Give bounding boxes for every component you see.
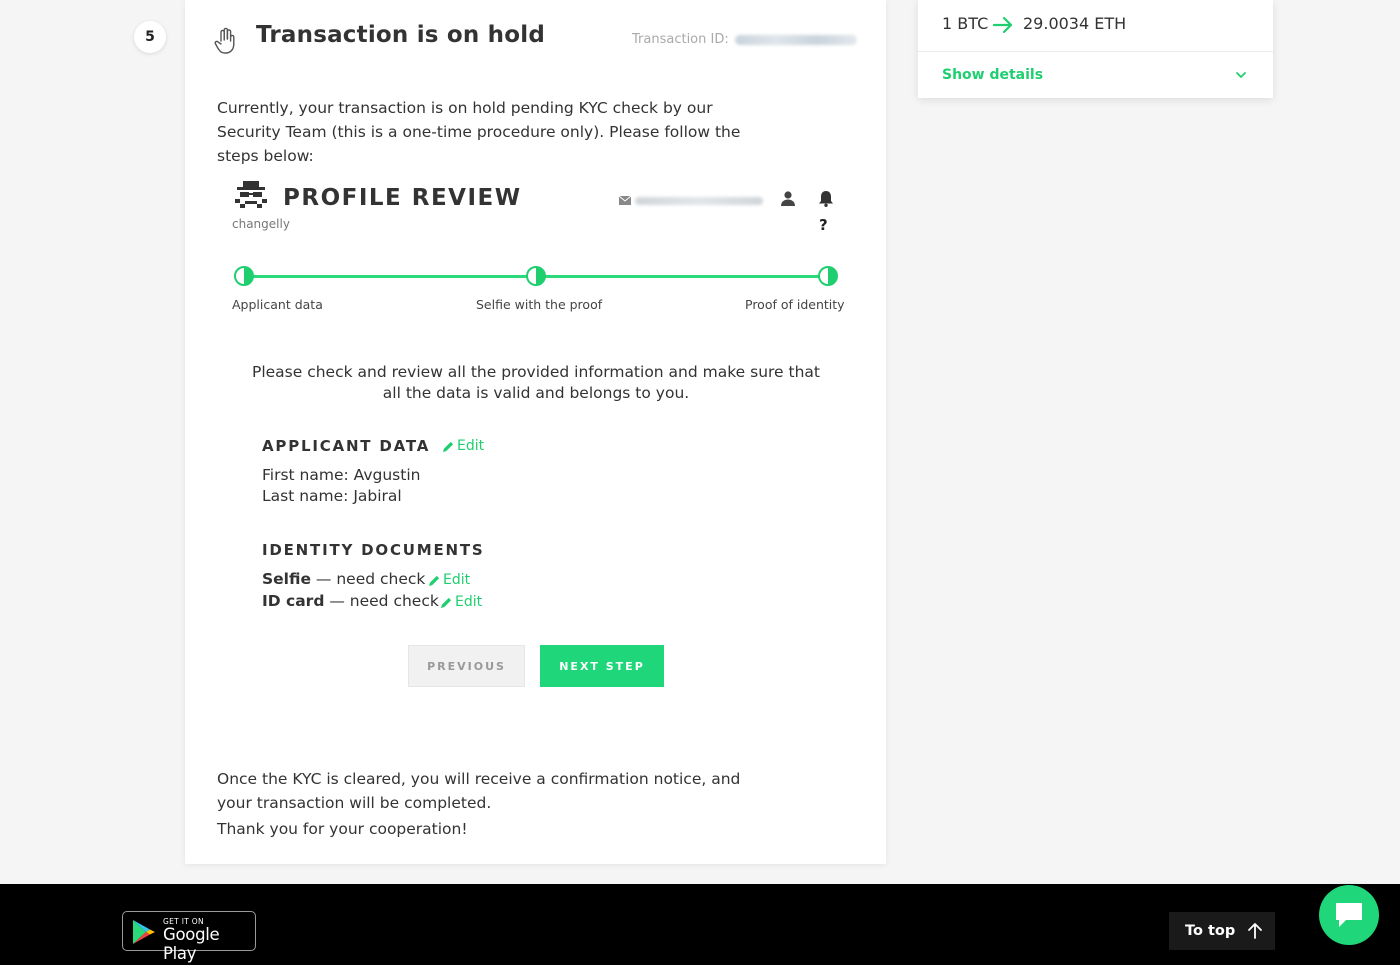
next-step-button[interactable]: NEXT STEP [540,645,664,687]
progress-label-selfie: Selfie with the proof [476,297,603,312]
google-play-text: Google Play [163,925,220,963]
chat-bubble-icon [1336,903,1362,927]
edit-selfie-label: Edit [443,572,471,588]
user-icon[interactable] [781,191,795,206]
chat-button[interactable] [1319,885,1379,945]
thanks-text: Thank you for your cooperation! [217,820,468,838]
edit-selfie-link[interactable]: Edit [429,572,470,588]
selfie-label: Selfie [262,570,311,588]
progress-label-applicant: Applicant data [232,297,323,312]
progress-node-applicant [234,266,254,286]
hand-stop-icon [214,27,235,54]
email-redacted [635,197,763,205]
google-play-icon [133,920,155,944]
brand-name: changelly [232,217,290,231]
edit-id-card-label: Edit [455,594,483,610]
to-top-button[interactable]: To top [1169,912,1275,950]
progress-label-identity: Proof of identity [745,297,845,312]
spy-logo-icon [235,181,267,208]
step-number-badge: 5 [134,21,166,53]
chevron-down-icon[interactable] [1235,69,1247,81]
identity-documents-heading: IDENTITY DOCUMENTS [262,541,485,559]
help-icon[interactable]: ? [819,216,828,234]
transaction-id-redacted [734,34,857,45]
mail-icon [619,196,631,205]
id-card-row: ID card — need check [262,592,439,610]
exchange-to-amount: 29.0034 ETH [1023,14,1127,33]
page-title: Transaction is on hold [256,22,545,48]
profile-review-title: PROFILE REVIEW [283,185,522,211]
selfie-status: — need check [311,570,426,588]
bell-icon[interactable] [818,190,834,207]
transaction-id: Transaction ID: [632,32,857,47]
progress-node-identity [818,266,838,286]
id-card-label: ID card [262,592,325,610]
previous-button[interactable]: PREVIOUS [408,645,525,687]
outro-text: Once the KYC is cleared, you will receiv… [217,770,741,812]
summary-divider [918,51,1273,52]
intro-text: Currently, your transaction is on hold p… [217,99,741,165]
pencil-icon [429,575,440,586]
show-details-toggle[interactable]: Show details [942,67,1043,83]
exchange-from-amount: 1 BTC [942,14,989,33]
transaction-id-label: Transaction ID: [632,32,729,47]
review-instructions: Please check and review all the provided… [251,363,820,402]
edit-id-card-link[interactable]: Edit [441,594,482,610]
edit-applicant-label: Edit [457,438,485,454]
selfie-row: Selfie — need check [262,570,425,588]
first-name-value: First name: Avgustin [262,466,421,484]
to-top-label: To top [1185,923,1236,939]
last-name-value: Last name: Jabiral [262,487,402,505]
pencil-icon [443,441,454,452]
id-card-status: — need check [324,592,439,610]
edit-applicant-link[interactable]: Edit [443,438,484,454]
arrow-right-icon [992,16,1013,34]
arrow-up-icon [1248,923,1262,939]
applicant-data-heading: APPLICANT DATA [262,437,431,455]
pencil-icon [441,597,452,608]
google-play-badge[interactable]: GET IT ON Google Play [122,911,256,963]
progress-node-selfie [526,266,546,286]
